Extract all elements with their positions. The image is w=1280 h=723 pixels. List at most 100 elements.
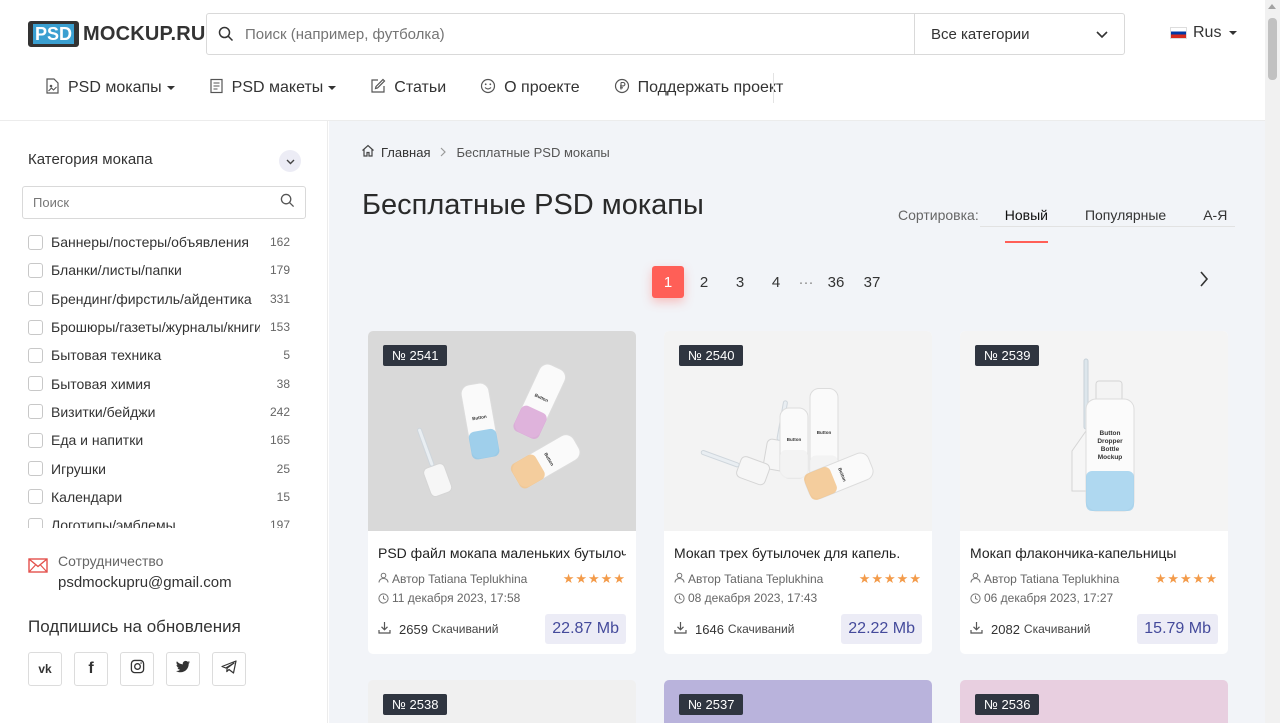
- file-size-badge: 22.87 Mb: [545, 614, 626, 644]
- category-search: [22, 186, 306, 219]
- chevron-down-icon: [1096, 26, 1108, 43]
- category-filter-item[interactable]: Логотипы/эмблемы 197: [28, 511, 290, 528]
- nav-divider: [773, 73, 774, 103]
- page-4-button[interactable]: 4: [760, 266, 792, 298]
- page-37-button[interactable]: 37: [856, 266, 888, 298]
- nav-about[interactable]: О проекте: [480, 78, 580, 99]
- search-input[interactable]: [245, 14, 914, 54]
- category-name: Брошюры/газеты/журналы/книги: [51, 319, 260, 336]
- category-filter-item[interactable]: Бытовая химия 38: [28, 369, 290, 397]
- download-icon: [378, 621, 391, 637]
- mockup-author: Автор Tatiana Teplukhina: [392, 572, 528, 586]
- site-logo[interactable]: PSD MOCKUP.RU: [28, 20, 206, 48]
- mockup-title[interactable]: PSD файл мокапа маленьких бутылочек: [378, 545, 626, 561]
- mockup-card[interactable]: № 2536: [960, 680, 1228, 723]
- svg-text:Bottle: Bottle: [1101, 446, 1120, 453]
- category-count: 38: [276, 376, 290, 391]
- category-checkbox[interactable]: [28, 319, 43, 335]
- mockup-title[interactable]: Мокап флакончика-капельницы: [970, 545, 1218, 561]
- category-checkbox[interactable]: [28, 404, 43, 420]
- page-3-button[interactable]: 3: [724, 266, 756, 298]
- mockup-number-badge: № 2539: [975, 345, 1040, 366]
- nav-support[interactable]: Поддержать проект: [614, 78, 783, 99]
- contact-email[interactable]: psdmockupru@gmail.com: [58, 574, 232, 591]
- category-count: 162: [269, 235, 290, 250]
- category-checkbox[interactable]: [28, 234, 43, 250]
- mockup-card[interactable]: Button Button Button № 2541 PSD файл мокапа …: [368, 331, 636, 654]
- caret-down-icon: [1229, 31, 1238, 35]
- scroll-thumb[interactable]: [1268, 18, 1277, 80]
- mockup-title[interactable]: Мокап трех бутылочек для капель.: [674, 545, 922, 561]
- filter-sidebar: Категория мокапа Баннеры/постеры/объявле…: [0, 121, 328, 723]
- download-count: 2082: [991, 621, 1020, 637]
- category-filter-item[interactable]: Бланки/листы/папки 179: [28, 256, 290, 284]
- instagram-link[interactable]: [120, 652, 154, 686]
- search-icon[interactable]: [280, 193, 295, 213]
- category-filter-item[interactable]: Игрушки 25: [28, 454, 290, 482]
- nav-psd-layouts[interactable]: PSD макеты: [209, 78, 337, 99]
- twitter-link[interactable]: [166, 652, 200, 686]
- category-filter-item[interactable]: Бытовая техника 5: [28, 341, 290, 369]
- nav-psd-mockups[interactable]: PSD мокапы: [45, 77, 175, 99]
- nav-articles-label: Статьи: [394, 79, 447, 96]
- category-count: 5: [283, 348, 290, 363]
- mockup-preview-image[interactable]: Button Button Button № 2541: [368, 331, 636, 531]
- mockup-date: 08 декабря 2023, 17:43: [688, 591, 818, 605]
- category-checkbox[interactable]: [28, 517, 43, 528]
- svg-text:Dropper: Dropper: [1097, 438, 1123, 445]
- category-checkbox[interactable]: [28, 461, 43, 477]
- svg-text:Button: Button: [817, 430, 832, 435]
- svg-text:Mockup: Mockup: [1098, 454, 1123, 461]
- category-checkbox[interactable]: [28, 432, 43, 448]
- category-select[interactable]: Все категории: [914, 14, 1124, 54]
- mockup-card[interactable]: № 2538: [368, 680, 636, 723]
- page-title: Бесплатные PSD мокапы: [362, 189, 704, 221]
- scroll-up-arrow-icon[interactable]: [1268, 4, 1276, 9]
- vk-link[interactable]: vk: [28, 652, 62, 686]
- mockup-card[interactable]: Button Dropper Bottle Mockup № 2539 Мокап фла…: [960, 331, 1228, 654]
- next-page-button[interactable]: [1199, 271, 1209, 292]
- category-filter-heading: Категория мокапа: [28, 151, 153, 168]
- category-filter-item[interactable]: Баннеры/постеры/объявления 162: [28, 228, 290, 256]
- download-count: 1646: [695, 621, 724, 637]
- category-checkbox[interactable]: [28, 489, 43, 505]
- collapse-toggle[interactable]: [279, 150, 301, 172]
- main-nav: PSD мокапы PSD макеты Статьи О проекте П…: [45, 66, 817, 110]
- mockup-preview-image[interactable]: Button Button Button № 2540: [664, 331, 932, 531]
- category-search-input[interactable]: [33, 195, 280, 210]
- sort-popular[interactable]: Популярные: [1085, 207, 1166, 243]
- facebook-link[interactable]: f: [74, 652, 108, 686]
- category-filter-item[interactable]: Еда и напитки 165: [28, 426, 290, 454]
- category-filter-item[interactable]: Брошюры/газеты/журналы/книги 153: [28, 313, 290, 341]
- breadcrumb-home[interactable]: Главная: [381, 145, 430, 160]
- nav-articles[interactable]: Статьи: [370, 78, 446, 99]
- breadcrumb-current: Бесплатные PSD мокапы: [456, 144, 610, 160]
- page-1-button[interactable]: 1: [652, 266, 684, 298]
- instagram-icon: [130, 659, 145, 679]
- category-filter-item[interactable]: Брендинг/фирстиль/айдентика 331: [28, 285, 290, 313]
- page-2-button[interactable]: 2: [688, 266, 720, 298]
- category-filter-item[interactable]: Календари 15: [28, 483, 290, 511]
- telegram-link[interactable]: [212, 652, 246, 686]
- category-checkbox[interactable]: [28, 262, 43, 278]
- download-count-label: Скачиваний: [1023, 622, 1091, 636]
- file-size-badge: 22.22 Mb: [841, 614, 922, 644]
- page-scrollbar[interactable]: [1265, 0, 1280, 723]
- category-filter-item[interactable]: Визитки/бейджи 242: [28, 398, 290, 426]
- category-checkbox[interactable]: [28, 291, 43, 307]
- download-count-label: Скачиваний: [727, 622, 795, 636]
- sort-newest[interactable]: Новый: [1004, 207, 1049, 243]
- mockup-card[interactable]: № 2537: [664, 680, 932, 723]
- pagination: 1 2 3 4 ··· 36 37: [652, 266, 892, 298]
- mockup-preview-image[interactable]: Button Dropper Bottle Mockup № 2539: [960, 331, 1228, 531]
- category-checkbox[interactable]: [28, 347, 43, 363]
- mockup-author: Автор Tatiana Teplukhina: [984, 572, 1120, 586]
- category-count: 179: [269, 263, 290, 278]
- breadcrumb: Главная Бесплатные PSD мокапы: [361, 144, 610, 160]
- sort-alphabetical[interactable]: А-Я: [1203, 207, 1227, 243]
- category-checkbox[interactable]: [28, 376, 43, 392]
- language-switcher[interactable]: Rus: [1170, 24, 1238, 42]
- rating-stars: ★★★★★: [562, 571, 626, 586]
- page-36-button[interactable]: 36: [820, 266, 852, 298]
- mockup-card[interactable]: Button Button Button № 2540 Мокап трех бутыл…: [664, 331, 932, 654]
